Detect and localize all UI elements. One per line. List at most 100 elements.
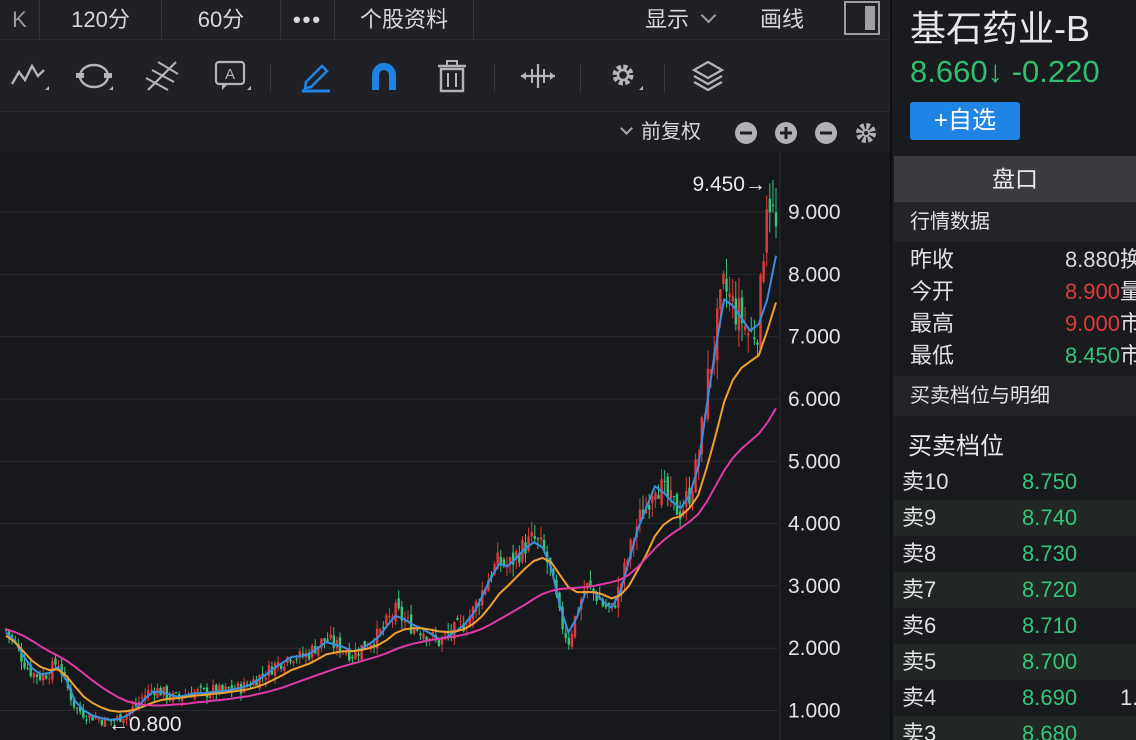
quote-extra-label: 市 [1120, 340, 1136, 372]
tab-k[interactable]: K [0, 0, 40, 40]
tab-60min[interactable]: 60分 [162, 0, 281, 40]
tab-120min[interactable]: 120分 [40, 0, 162, 40]
trash-icon[interactable] [432, 58, 472, 94]
ask-row[interactable]: 卖7 8.720 [894, 572, 1136, 608]
candle-body [326, 639, 329, 642]
candle-body [648, 505, 651, 510]
quote-extra-label: 市 [1120, 308, 1136, 340]
candle-body [397, 598, 400, 609]
candle-body [344, 652, 348, 654]
candle-body [388, 616, 391, 618]
candle-body [224, 686, 227, 690]
trendline-icon[interactable] [10, 58, 50, 94]
candle-body [564, 633, 567, 639]
zoom-out-icon[interactable] [734, 121, 758, 145]
chart-subbar: 前复权 [0, 112, 890, 152]
draw-lines-button[interactable]: 画线 [760, 0, 804, 40]
drawing-toolbar: A [0, 40, 890, 112]
layers-icon[interactable] [688, 58, 728, 94]
tab-order-book[interactable]: 盘口 [894, 156, 1136, 202]
candle-body [323, 638, 326, 641]
kline-chart-svg: 9.000 8.000 7.000 6.000 5.000 4.000 3.000 2.000… [0, 152, 841, 740]
quote-label: 昨收 [910, 247, 955, 272]
candle-body [756, 342, 759, 345]
ask-level-label: 卖3 [902, 721, 937, 740]
measure-icon[interactable] [518, 58, 558, 94]
ask-price: 8.680 [1022, 721, 1078, 740]
ask-volume: 1. [1120, 685, 1136, 710]
ask-level-label: 卖8 [902, 541, 937, 566]
candle-body [459, 621, 462, 623]
stock-name: 基石药业-B [910, 8, 1091, 49]
candle-body [613, 605, 617, 608]
toolbar-divider [494, 64, 495, 92]
candle-body [382, 626, 385, 629]
ask-row[interactable]: 卖10 8.750 [894, 464, 1136, 500]
ask-row[interactable]: 卖9 8.740 [894, 500, 1136, 536]
quote-value: 9.000 [1064, 311, 1120, 336]
order-book-title: 买卖档位 [908, 433, 1004, 460]
settings-icon[interactable] [604, 58, 644, 94]
candle-body [774, 212, 778, 227]
candle-body [162, 686, 165, 696]
candle-body [329, 634, 332, 639]
fan-icon[interactable] [142, 58, 182, 94]
candle-body [672, 496, 676, 498]
ask-row[interactable]: 卖6 8.710 [894, 608, 1136, 644]
cycle-icon[interactable] [74, 58, 114, 94]
toolbar-divider [664, 64, 665, 92]
tab-stock-profile[interactable]: 个股资料 [335, 0, 474, 40]
candle-body [719, 289, 722, 310]
candle-body [332, 635, 335, 648]
candle-body [536, 538, 540, 540]
candle-body [196, 688, 199, 692]
price-adjust-dropdown[interactable]: 前复权 [620, 112, 701, 152]
candle-body [570, 633, 574, 647]
ask-level-label: 卖5 [902, 649, 937, 674]
candle-body [592, 588, 595, 592]
ask-level-label: 卖9 [902, 505, 937, 530]
quote-row: 最高 9.000市 [910, 308, 1136, 340]
candle-body [91, 716, 94, 721]
ask-level-label: 卖6 [902, 613, 937, 638]
candle-body [273, 663, 277, 676]
more-tabs-button[interactable]: ••• [281, 0, 335, 40]
ask-row[interactable]: 卖4 8.690 1. [894, 680, 1136, 716]
add-watchlist-button[interactable]: +自选 [910, 102, 1020, 140]
candle-body [753, 337, 756, 340]
ask-price: 8.740 [1022, 505, 1078, 530]
candle-body [419, 633, 422, 636]
pen-icon[interactable] [296, 58, 336, 94]
kline-chart[interactable]: 9.000 8.000 7.000 6.000 5.000 4.000 3.000 2.000… [0, 152, 890, 740]
candle-body [171, 692, 175, 702]
ask-price: 8.710 [1022, 613, 1078, 638]
quote-row: 今开 8.900量 [910, 276, 1136, 308]
magnet-icon[interactable] [364, 58, 404, 94]
display-dropdown[interactable]: 显示 [645, 0, 717, 40]
candle-body [283, 666, 286, 671]
candle-body [533, 535, 536, 539]
minus-icon[interactable] [814, 121, 838, 145]
ask-row[interactable]: 卖8 8.730 [894, 536, 1136, 572]
candle-body [156, 688, 159, 698]
candle-body [75, 707, 79, 709]
candle-body [663, 480, 666, 482]
quote-value: 8.900 [1064, 279, 1120, 304]
text-annotation-icon[interactable]: A [212, 58, 252, 94]
quote-label: 最高 [910, 311, 955, 336]
ask-row[interactable]: 卖3 8.680 [894, 716, 1136, 740]
candle-body [406, 617, 410, 619]
candle-body [422, 633, 425, 639]
candle-body [443, 633, 447, 635]
ask-row[interactable]: 卖5 8.700 [894, 644, 1136, 680]
chevron-down-icon [620, 122, 633, 135]
svg-text:A: A [225, 66, 235, 83]
candle-body [771, 204, 775, 207]
toggle-panel-icon[interactable] [844, 1, 880, 35]
quote-row: 昨收 8.880换 [910, 244, 1136, 276]
period-tab-bar: K 120分 60分 ••• 个股资料 显示 画线 [0, 0, 890, 40]
toolbar-divider [580, 64, 581, 92]
zoom-in-icon[interactable] [774, 121, 798, 145]
gear-icon[interactable] [854, 121, 878, 145]
candle-body [32, 673, 36, 678]
